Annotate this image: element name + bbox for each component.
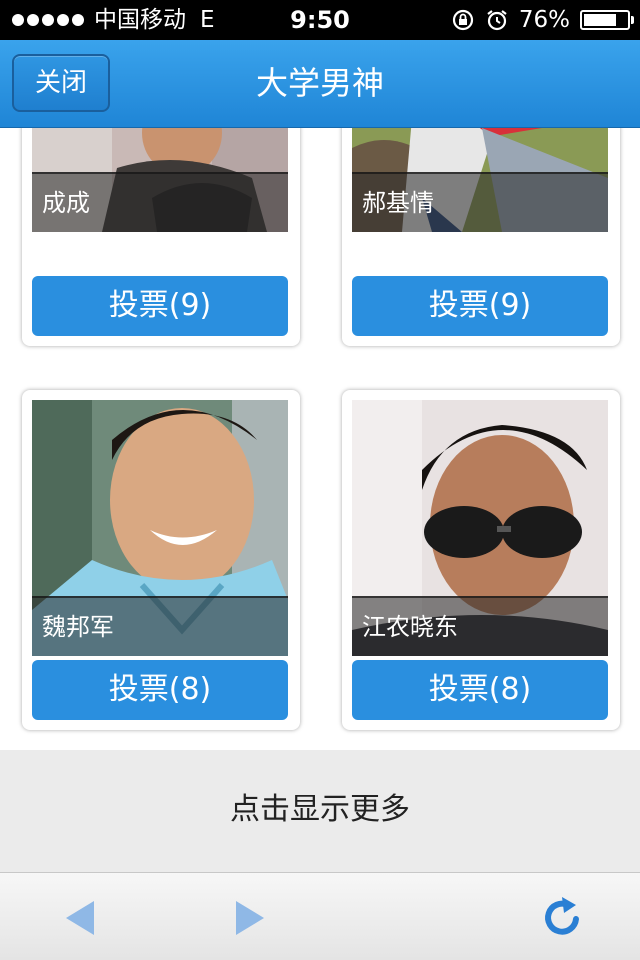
- vote-button[interactable]: 投票(9): [352, 276, 608, 336]
- forward-arrow-icon[interactable]: [222, 893, 272, 943]
- back-arrow-icon[interactable]: [58, 893, 108, 943]
- candidate-card: 江农晓东 投票(8): [342, 390, 620, 730]
- candidate-name: 郝基情: [352, 172, 608, 232]
- candidate-name: 魏邦军: [32, 596, 288, 656]
- vote-button[interactable]: 投票(9): [32, 276, 288, 336]
- candidate-card: 成成 投票(9): [22, 128, 300, 346]
- candidate-card: 魏邦军 投票(8): [22, 390, 300, 730]
- candidate-name: 江农晓东: [352, 596, 608, 656]
- close-button[interactable]: 关闭: [12, 54, 110, 112]
- candidate-photo[interactable]: 江农晓东: [352, 400, 608, 656]
- alarm-icon: [487, 10, 507, 31]
- candidate-photo[interactable]: 成成: [32, 128, 288, 232]
- candidate-name: 成成: [32, 172, 288, 232]
- candidate-photo[interactable]: 郝基情: [352, 128, 608, 232]
- status-bar: 中国移动 E 9:50 76%: [0, 0, 640, 40]
- battery-percent: 76%: [518, 7, 570, 33]
- browser-toolbar: [0, 872, 640, 960]
- battery-icon: [580, 10, 634, 30]
- candidate-card: 郝基情 投票(9): [342, 128, 620, 346]
- vote-button[interactable]: 投票(8): [352, 660, 608, 720]
- status-right-group: 76%: [451, 0, 634, 40]
- vote-button[interactable]: 投票(8): [32, 660, 288, 720]
- navigation-bar: 大学男神 关闭: [0, 40, 640, 128]
- orientation-lock-icon: [452, 9, 473, 31]
- refresh-icon[interactable]: [538, 893, 588, 943]
- candidate-grid: 成成 投票(9) 郝基情 投票(9) 魏邦军 投票(8) 江农晓东 投票(8): [0, 128, 640, 750]
- candidate-photo[interactable]: 魏邦军: [32, 400, 288, 656]
- load-more-button[interactable]: 点击显示更多: [0, 750, 640, 872]
